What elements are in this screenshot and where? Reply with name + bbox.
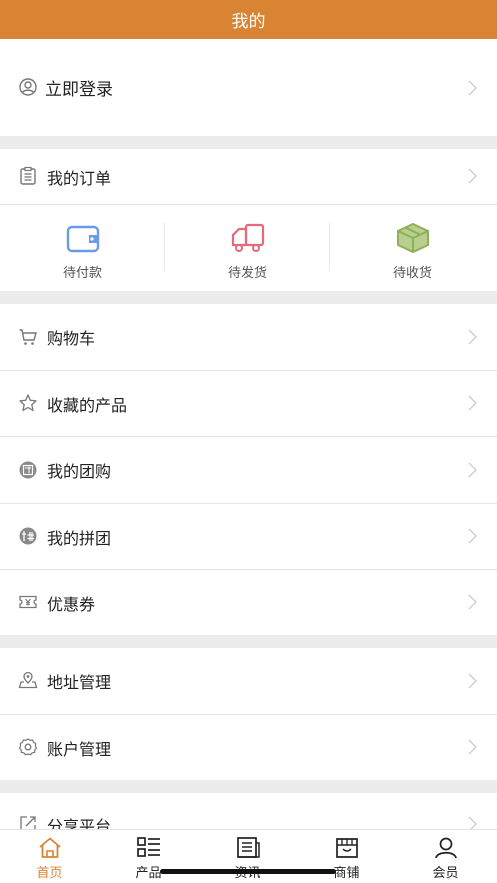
- user-circle-icon: [18, 77, 38, 97]
- order-pending-shipment[interactable]: 待发货: [165, 205, 330, 291]
- wallet-icon: [65, 221, 101, 255]
- chevron-right-icon: [467, 526, 479, 546]
- chevron-right-icon: [467, 393, 479, 413]
- coupons-row[interactable]: 优惠券: [0, 570, 497, 635]
- coupon-icon: [18, 592, 38, 612]
- login-row[interactable]: 立即登录: [0, 39, 497, 136]
- store-icon: [334, 836, 360, 860]
- pin-group-label: 我的拼团: [47, 528, 112, 548]
- truck-icon: [230, 221, 266, 255]
- tab-member-label: 会员: [432, 866, 459, 881]
- home-icon: [37, 836, 63, 860]
- clipboard-icon: [18, 166, 38, 186]
- cart-row[interactable]: 购物车: [0, 304, 497, 370]
- chevron-right-icon: [467, 327, 479, 347]
- share-icon: [18, 814, 38, 829]
- coupons-label: 优惠券: [47, 594, 96, 614]
- tab-member[interactable]: 会员: [396, 830, 495, 883]
- group-buy-row[interactable]: 我的团购: [0, 437, 497, 503]
- pin-group-row[interactable]: 我的拼团: [0, 504, 497, 569]
- login-label: 立即登录: [45, 80, 113, 100]
- order-pending-payment[interactable]: 待付款: [0, 205, 165, 291]
- share-row[interactable]: 分享平台: [0, 793, 497, 829]
- chevron-right-icon: [467, 671, 479, 691]
- chevron-right-icon: [467, 166, 479, 186]
- cart-label: 购物车: [47, 329, 96, 348]
- home-indicator: [160, 869, 336, 874]
- user-icon: [433, 836, 459, 860]
- gear-icon: [18, 737, 38, 757]
- favorites-label: 收藏的产品: [47, 395, 128, 415]
- star-icon: [18, 393, 38, 413]
- chevron-right-icon: [467, 737, 479, 757]
- account-label: 账户管理: [47, 739, 112, 759]
- account-row[interactable]: 账户管理: [0, 715, 497, 780]
- chevron-right-icon: [467, 460, 479, 480]
- chevron-right-icon: [467, 814, 479, 829]
- location-icon: [18, 670, 38, 690]
- group-buy-icon: [18, 460, 38, 480]
- tab-products[interactable]: 产品: [99, 830, 198, 883]
- news-icon: [235, 836, 261, 860]
- tab-news[interactable]: 资讯: [198, 830, 297, 883]
- my-orders-row[interactable]: 我的订单: [0, 149, 497, 204]
- share-label: 分享平台: [47, 817, 112, 829]
- chevron-right-icon: [467, 592, 479, 612]
- address-label: 地址管理: [47, 673, 112, 692]
- tab-home[interactable]: 首页: [0, 830, 99, 883]
- pin-group-icon: [18, 526, 38, 546]
- favorites-row[interactable]: 收藏的产品: [0, 371, 497, 436]
- page-header: 我的: [0, 0, 497, 39]
- group-buy-label: 我的团购: [47, 462, 112, 481]
- cart-icon: [18, 327, 38, 347]
- address-row[interactable]: 地址管理: [0, 648, 497, 714]
- tab-home-label: 首页: [36, 866, 63, 881]
- order-status-panel: 待付款 待发货 待收货: [0, 205, 497, 291]
- bottom-tab-bar: 首页 产品 资讯 商铺 会员: [0, 829, 497, 883]
- package-icon: [395, 221, 431, 255]
- tab-stores[interactable]: 商铺: [297, 830, 396, 883]
- order-pending-payment-label: 待付款: [62, 266, 102, 281]
- order-pending-shipment-label: 待发货: [227, 266, 267, 281]
- order-pending-receipt-label: 待收货: [392, 266, 432, 281]
- list-icon: [136, 836, 162, 860]
- my-orders-label: 我的订单: [47, 168, 112, 188]
- chevron-right-icon: [467, 78, 479, 98]
- page-title: 我的: [231, 12, 266, 32]
- order-pending-receipt[interactable]: 待收货: [330, 205, 495, 291]
